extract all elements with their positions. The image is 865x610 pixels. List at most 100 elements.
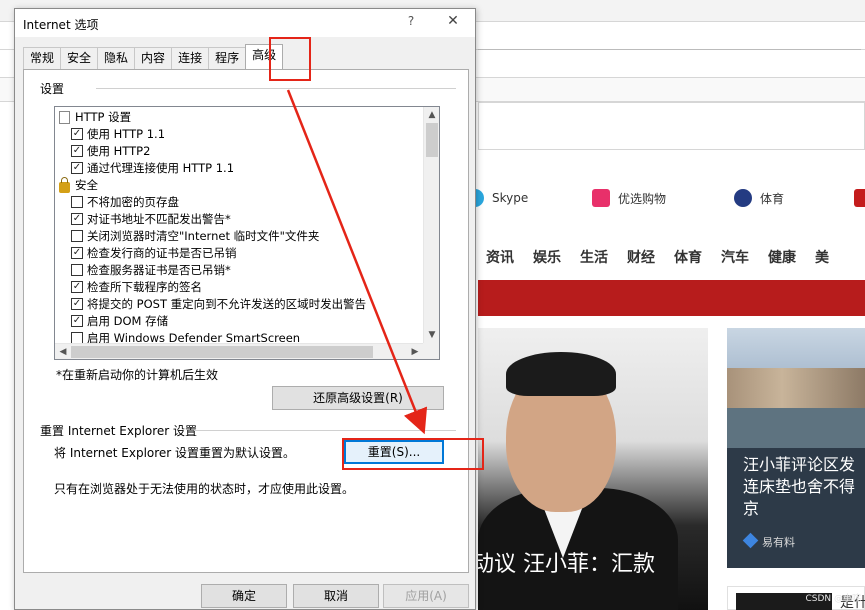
settings-item-dom-storage[interactable]: ✓ 启用 DOM 存储 — [55, 313, 168, 329]
category-entertainment[interactable]: 娱乐 — [533, 247, 561, 267]
category-news[interactable]: 资讯 — [486, 247, 514, 267]
cancel-button[interactable]: 取消 — [293, 584, 379, 608]
settings-item-post-redirect[interactable]: ✓ 将提交的 POST 重定向到不允许发送的区域时发出警告 — [55, 296, 366, 312]
settings-item-label: 对证书地址不匹配发出警告* — [87, 212, 231, 226]
checkbox-unchecked[interactable] — [71, 196, 83, 208]
settings-item-empty-temp[interactable]: 关闭浏览器时清空"Internet 临时文件"文件夹 — [55, 228, 319, 244]
restore-advanced-settings-button[interactable]: 还原高级设置(R) — [272, 386, 444, 410]
service-link-sports[interactable]: 体育 — [734, 184, 784, 212]
horizontal-scrollbar[interactable]: ◀ ▶ — [55, 343, 423, 359]
vertical-scroll-thumb[interactable] — [426, 123, 438, 157]
ok-button[interactable]: 确定 — [201, 584, 287, 608]
checkbox-checked[interactable]: ✓ — [71, 162, 83, 174]
advanced-tab-highlight-box — [269, 37, 311, 81]
page-icon — [59, 110, 70, 124]
settings-item-label: 使用 HTTP2 — [87, 144, 151, 158]
settings-item-label: 将提交的 POST 重定向到不允许发送的区域时发出警告 — [87, 297, 367, 311]
settings-folder-http[interactable]: HTTP 设置 — [55, 109, 131, 125]
checkbox-checked[interactable]: ✓ — [71, 247, 83, 259]
checkbox-checked[interactable]: ✓ — [71, 315, 83, 327]
tab-connections[interactable]: 连接 — [171, 47, 210, 69]
tab-strip: 常规 安全 隐私 内容 连接 程序 高级 — [23, 44, 284, 69]
scroll-left-arrow-icon[interactable]: ◀ — [55, 344, 71, 359]
checkbox-checked[interactable]: ✓ — [71, 298, 83, 310]
news-title[interactable]: 动议 汪小菲：汇款 — [478, 546, 708, 578]
settings-item-download-signature[interactable]: ✓ 检查所下载程序的签名 — [55, 279, 202, 295]
settings-item-label: 启用 DOM 存储 — [87, 314, 169, 328]
news-card-side[interactable]: 汪小菲评论区发 连床垫也舍不得 京 易有料 — [727, 328, 865, 568]
checkbox-checked[interactable]: ✓ — [71, 128, 83, 140]
scroll-right-arrow-icon[interactable]: ▶ — [407, 344, 423, 359]
settings-list[interactable]: HTTP 设置 ✓ 使用 HTTP 1.1 ✓ 使用 HTTP2 ✓ 通过代理连… — [54, 106, 440, 360]
restart-note: *在重新启动你的计算机后生效 — [56, 368, 219, 382]
reset-button-highlight-box — [342, 438, 484, 470]
category-beauty[interactable]: 美 — [815, 247, 829, 267]
settings-item-label: 检查发行商的证书是否已吊销 — [87, 246, 237, 260]
service-link-more[interactable] — [854, 184, 865, 212]
checkbox-checked[interactable]: ✓ — [71, 145, 83, 157]
settings-folder-security[interactable]: 安全 — [55, 176, 98, 193]
shopping-bag-icon — [592, 189, 610, 207]
settings-item-label: 不将加密的页存盘 — [87, 195, 179, 209]
checkbox-unchecked[interactable] — [71, 264, 83, 276]
news-photo-hair — [506, 352, 616, 396]
settings-item-http2[interactable]: ✓ 使用 HTTP2 — [55, 143, 150, 159]
advanced-tab-panel: 设置 HTTP 设置 ✓ 使用 HTTP 1.1 ✓ 使用 HTTP2 ✓ 通过… — [23, 69, 484, 573]
page-banner — [478, 280, 865, 316]
service-label: Skype — [492, 191, 529, 205]
reset-warning: 只有在浏览器处于无法使用的状态时，才应使用此设置。 — [54, 482, 355, 496]
news-source-label: 易有料 — [762, 536, 795, 549]
settings-item-label: 安全 — [75, 178, 98, 192]
tab-general[interactable]: 常规 — [23, 47, 62, 69]
settings-item-cert-mismatch[interactable]: ✓ 对证书地址不匹配发出警告* — [55, 211, 231, 227]
checkbox-checked[interactable]: ✓ — [71, 213, 83, 225]
tab-content[interactable]: 内容 — [134, 47, 173, 69]
settings-item-label: 检查所下载程序的签名 — [87, 280, 202, 294]
checkbox-checked[interactable]: ✓ — [71, 281, 83, 293]
settings-item-proxy-http11[interactable]: ✓ 通过代理连接使用 HTTP 1.1 — [55, 160, 234, 176]
settings-item-no-save-encrypted[interactable]: 不将加密的页存盘 — [55, 194, 179, 210]
close-button[interactable]: ✕ — [441, 13, 465, 33]
apply-button[interactable]: 应用(A) — [383, 584, 469, 608]
settings-item-server-revoke[interactable]: 检查服务器证书是否已吊销* — [55, 262, 231, 278]
service-label: 体育 — [760, 191, 785, 206]
horizontal-scroll-thumb[interactable] — [71, 346, 373, 358]
page-search-box[interactable] — [478, 102, 865, 150]
settings-item-http11[interactable]: ✓ 使用 HTTP 1.1 — [55, 126, 165, 142]
news-photo-water — [727, 408, 865, 448]
category-health[interactable]: 健康 — [768, 247, 796, 267]
category-auto[interactable]: 汽车 — [721, 247, 749, 267]
settings-item-label: HTTP 设置 — [75, 110, 132, 124]
tab-programs[interactable]: 程序 — [208, 47, 247, 69]
dialog-title: Internet 选项 — [23, 18, 99, 32]
reset-group-label: 重置 Internet Explorer 设置 — [40, 424, 198, 438]
office-icon — [854, 189, 865, 207]
category-finance[interactable]: 财经 — [627, 247, 655, 267]
category-sports[interactable]: 体育 — [674, 247, 702, 267]
scroll-down-arrow-icon[interactable]: ▼ — [424, 327, 439, 343]
help-button[interactable]: ? — [401, 14, 421, 32]
news-photo-buildings — [727, 368, 865, 408]
settings-item-label: 关闭浏览器时清空"Internet 临时文件"文件夹 — [87, 229, 320, 243]
group-divider — [194, 430, 456, 431]
internet-options-dialog: Internet 选项 ? ✕ 常规 安全 隐私 内容 连接 程序 高级 设置 … — [14, 8, 484, 610]
settings-item-smartscreen[interactable]: 启用 Windows Defender SmartScreen — [55, 330, 300, 343]
tab-privacy[interactable]: 隐私 — [97, 47, 136, 69]
group-divider — [96, 88, 456, 89]
scroll-up-arrow-icon[interactable]: ▲ — [424, 107, 439, 123]
category-nav: 资讯 娱乐 生活 财经 体育 汽车 健康 美 — [466, 240, 865, 274]
checkbox-unchecked[interactable] — [71, 332, 83, 343]
checkbox-unchecked[interactable] — [71, 230, 83, 242]
tab-security[interactable]: 安全 — [60, 47, 99, 69]
settings-group-label: 设置 — [40, 82, 65, 96]
news-title[interactable]: 汪小菲评论区发 连床垫也舍不得 京 — [743, 454, 865, 520]
settings-item-publisher-revoke[interactable]: ✓ 检查发行商的证书是否已吊销 — [55, 245, 237, 261]
category-life[interactable]: 生活 — [580, 247, 608, 267]
news-card-main[interactable]: 动议 汪小菲：汇款 — [478, 328, 708, 610]
vertical-scrollbar[interactable]: ▲ ▼ — [423, 107, 439, 343]
dialog-titlebar[interactable]: Internet 选项 ? ✕ — [15, 9, 475, 37]
scroll-corner — [423, 343, 439, 359]
news-source: 易有料 — [742, 532, 795, 550]
settings-item-label: 使用 HTTP 1.1 — [87, 127, 166, 141]
service-link-shopping[interactable]: 优选购物 — [592, 184, 666, 212]
